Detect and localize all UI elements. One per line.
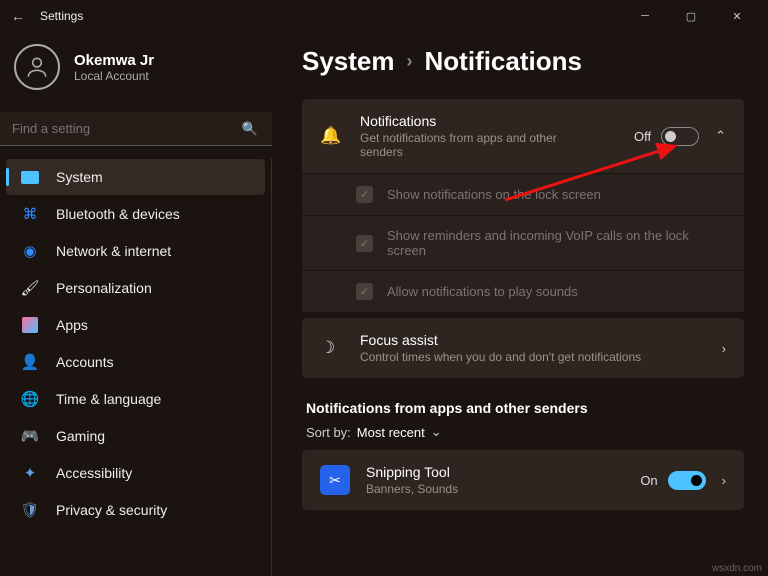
sidebar-item-personalization[interactable]: 🖌Personalization: [6, 270, 265, 306]
focus-desc: Control times when you do and don't get …: [360, 350, 641, 364]
bell-icon: 🔔: [320, 126, 342, 146]
focus-title: Focus assist: [360, 332, 641, 348]
checkbox-icon: ✓: [356, 283, 373, 300]
breadcrumb: System › Notifications: [302, 46, 744, 77]
breadcrumb-current: Notifications: [425, 46, 582, 77]
notif-title: Notifications: [360, 113, 590, 129]
minimize-button[interactable]: ─: [622, 0, 668, 32]
chevron-right-icon: ›: [407, 51, 413, 72]
watermark: wsxdn.com: [712, 563, 762, 574]
main-content: System › Notifications 🔔 Notifications G…: [278, 32, 768, 576]
focus-assist-card[interactable]: ☽ Focus assist Control times when you do…: [302, 318, 744, 378]
sub-lockscreen[interactable]: ✓Show notifications on the lock screen: [302, 173, 744, 215]
breadcrumb-parent[interactable]: System: [302, 46, 395, 77]
globe-icon: 🌐: [20, 389, 40, 409]
sidebar: Okemwa Jr Local Account 🔍 System ⌘Blueto…: [0, 32, 278, 576]
sub-sounds[interactable]: ✓Allow notifications to play sounds: [302, 270, 744, 312]
maximize-button[interactable]: ▢: [668, 0, 714, 32]
back-button[interactable]: ←: [8, 8, 28, 24]
search-icon: 🔍: [242, 121, 258, 137]
access-icon: ✦: [20, 463, 40, 483]
brush-icon: 🖌: [20, 278, 40, 298]
avatar: [14, 44, 60, 90]
user-name: Okemwa Jr: [74, 52, 154, 69]
sidebar-item-privacy[interactable]: 🛡Privacy & security: [6, 492, 265, 528]
sidebar-item-accessibility[interactable]: ✦Accessibility: [6, 455, 265, 491]
checkbox-icon: ✓: [356, 186, 373, 203]
sidebar-item-system[interactable]: System: [6, 159, 265, 195]
chevron-down-icon: ⌄: [431, 424, 442, 440]
game-icon: 🎮: [20, 426, 40, 446]
nav-list: System ⌘Bluetooth & devices ◉Network & i…: [0, 158, 272, 576]
moon-icon: ☽: [320, 338, 342, 358]
sidebar-item-network[interactable]: ◉Network & internet: [6, 233, 265, 269]
chevron-right-icon: ›: [722, 473, 726, 488]
notif-state: Off: [634, 129, 651, 144]
sidebar-item-gaming[interactable]: 🎮Gaming: [6, 418, 265, 454]
bluetooth-icon: ⌘: [20, 204, 40, 224]
shield-icon: 🛡: [20, 500, 40, 520]
wifi-icon: ◉: [20, 241, 40, 261]
user-account: Local Account: [74, 69, 154, 83]
snipping-tool-icon: ✂: [320, 465, 350, 495]
sub-voip[interactable]: ✓Show reminders and incoming VoIP calls …: [302, 215, 744, 270]
system-icon: [20, 167, 40, 187]
app-snipping-tool[interactable]: ✂ Snipping Tool Banners, Sounds On ›: [302, 450, 744, 510]
close-button[interactable]: ✕: [714, 0, 760, 32]
search-box[interactable]: 🔍: [0, 112, 272, 146]
sidebar-item-bluetooth[interactable]: ⌘Bluetooth & devices: [6, 196, 265, 232]
chevron-right-icon: ›: [722, 341, 726, 356]
app-name: Snipping Tool: [366, 464, 458, 480]
search-input[interactable]: [12, 121, 260, 136]
chevron-up-icon[interactable]: ⌃: [715, 128, 726, 144]
app-state: On: [640, 473, 657, 488]
sort-by[interactable]: Sort by: Most recent ⌄: [306, 424, 744, 440]
notifications-row[interactable]: 🔔 Notifications Get notifications from a…: [302, 99, 744, 173]
user-block[interactable]: Okemwa Jr Local Account: [0, 32, 272, 108]
window-title: Settings: [40, 9, 83, 23]
notif-toggle[interactable]: [661, 127, 699, 146]
sidebar-item-apps[interactable]: Apps: [6, 307, 265, 343]
sidebar-item-time[interactable]: 🌐Time & language: [6, 381, 265, 417]
person-icon: 👤: [20, 352, 40, 372]
section-heading: Notifications from apps and other sender…: [306, 400, 744, 416]
checkbox-icon: ✓: [356, 235, 373, 252]
apps-icon: [20, 315, 40, 335]
app-toggle[interactable]: [668, 471, 706, 490]
notifications-card: 🔔 Notifications Get notifications from a…: [302, 99, 744, 312]
notif-desc: Get notifications from apps and other se…: [360, 131, 590, 159]
sidebar-item-accounts[interactable]: 👤Accounts: [6, 344, 265, 380]
app-desc: Banners, Sounds: [366, 482, 458, 496]
titlebar: ← Settings ─ ▢ ✕: [0, 0, 768, 32]
